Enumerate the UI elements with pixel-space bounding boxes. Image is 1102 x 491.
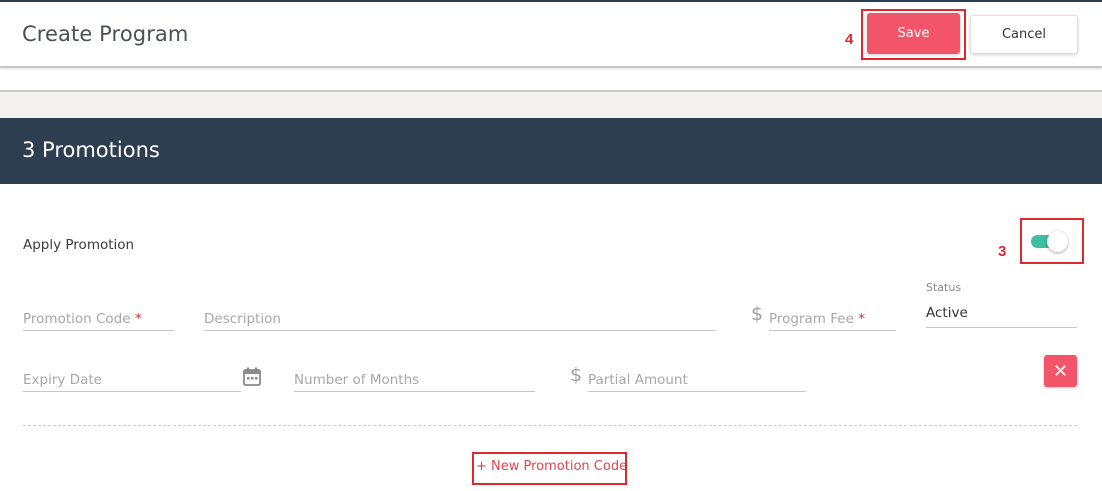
new-code-annotation-box [472, 452, 627, 485]
section-header: 3 Promotions [0, 118, 1102, 184]
save-annotation-number: 4 [845, 31, 854, 48]
program-fee-field[interactable]: Program Fee * [769, 301, 896, 331]
save-annotation-box [861, 9, 966, 60]
cancel-button[interactable]: Cancel [970, 15, 1078, 54]
number-of-months-placeholder: Number of Months [294, 372, 420, 388]
toggle-annotation-box [1020, 218, 1084, 264]
promotion-code-field[interactable]: Promotion Code * [23, 301, 174, 331]
toggle-annotation-number: 3 [998, 243, 1007, 260]
dashed-divider [23, 425, 1077, 426]
calendar-icon[interactable] [243, 367, 261, 386]
close-icon[interactable]: ✕ [1044, 355, 1077, 387]
expiry-date-placeholder: Expiry Date [23, 372, 102, 388]
description-field[interactable]: Description [204, 301, 716, 331]
status-underline [926, 327, 1077, 328]
apply-promotion-label: Apply Promotion [23, 237, 135, 253]
promotion-code-placeholder: Promotion Code * [23, 311, 142, 327]
page-title: Create Program [22, 22, 189, 46]
status-select[interactable]: Active [926, 305, 968, 321]
separator-band [0, 90, 1102, 118]
dollar-icon: $ [751, 303, 764, 325]
partial-amount-field[interactable]: Partial Amount [588, 362, 806, 392]
partial-amount-placeholder: Partial Amount [588, 372, 688, 388]
section-title: 3 Promotions [22, 138, 160, 162]
expiry-date-field[interactable]: Expiry Date [23, 362, 241, 392]
dollar-icon: $ [570, 364, 583, 386]
number-of-months-field[interactable]: Number of Months [294, 362, 535, 392]
description-placeholder: Description [204, 311, 281, 327]
status-label: Status [926, 281, 962, 294]
program-fee-placeholder: Program Fee * [769, 311, 865, 327]
